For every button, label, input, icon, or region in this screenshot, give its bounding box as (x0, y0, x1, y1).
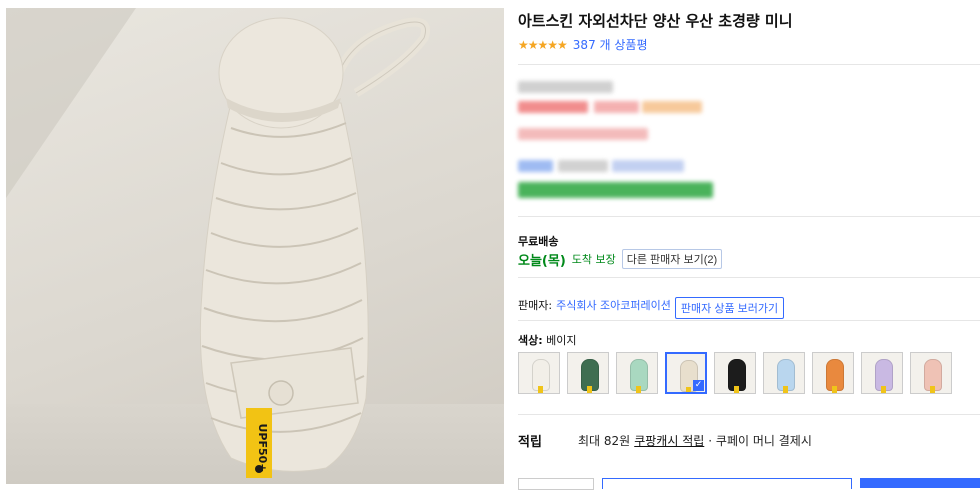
color-swatch[interactable]: ✓ (665, 352, 707, 394)
divider (518, 64, 980, 65)
coupang-cash-link[interactable]: 쿠팡캐시 적립 (634, 432, 704, 449)
membership-blur-banner (518, 182, 713, 198)
tag-icon (686, 387, 691, 392)
tag-icon (587, 386, 592, 393)
tag-icon (538, 386, 543, 393)
tag-icon (881, 386, 886, 393)
color-swatch[interactable] (616, 352, 658, 394)
quantity-stepper[interactable] (518, 478, 594, 490)
price-blur-sale (594, 101, 639, 113)
color-selected-value: 베이지 (546, 334, 577, 347)
tag-icon (783, 386, 788, 393)
reward-max-amount: 최대 82원 (578, 434, 631, 448)
divider (518, 277, 980, 278)
color-option-row: 색상: 베이지 (518, 332, 577, 348)
price-blur-discount (518, 101, 588, 113)
tag-icon (636, 386, 641, 393)
star-rating-icon: ★★★★★ (518, 37, 568, 52)
reward-condition: · 쿠페이 머니 결제시 (708, 434, 812, 448)
tag-icon (734, 386, 739, 393)
purchase-controls (518, 478, 980, 490)
reward-row: 적립 최대 82원 쿠팡캐시 적립 · 쿠페이 머니 결제시 (518, 431, 812, 450)
color-swatch[interactable] (861, 352, 903, 394)
price-blur-badge (642, 101, 702, 113)
buy-now-button[interactable] (860, 478, 980, 488)
color-label: 색상: (518, 334, 543, 347)
divider (518, 414, 980, 415)
arrival-day: 오늘(목) (518, 253, 566, 269)
color-swatch[interactable] (567, 352, 609, 394)
color-swatch[interactable] (763, 352, 805, 394)
seller-label: 판매자: (518, 299, 553, 312)
membership-blur-link (612, 160, 684, 172)
membership-blur-text (558, 160, 608, 172)
seller-store-button[interactable]: 판매자 상품 보러가기 (674, 297, 785, 319)
free-shipping-label: 무료배송 (518, 235, 559, 248)
selected-check-icon: ✓ (693, 380, 704, 391)
arrival-guarantee: 도착 보장 (571, 253, 616, 266)
reward-title: 적립 (518, 435, 542, 450)
tag-icon (832, 386, 837, 393)
divider (518, 216, 980, 217)
arrival-row: 오늘(목) 도착 보장 다른 판매자 보기(2) (518, 249, 723, 269)
color-swatch[interactable] (714, 352, 756, 394)
color-swatch[interactable] (518, 352, 560, 394)
review-count-link[interactable]: 387 개 상품평 (573, 36, 648, 53)
membership-blur-logo (518, 160, 553, 172)
seller-name-link[interactable]: 주식회사 조아코퍼레이션 (556, 297, 671, 313)
product-main-image: UPF50+ (6, 8, 504, 484)
color-swatch[interactable] (910, 352, 952, 394)
color-swatch[interactable] (812, 352, 854, 394)
divider (518, 320, 980, 321)
price-blur-original (518, 81, 613, 93)
rating-row: ★★★★★ 387 개 상품평 (518, 36, 648, 53)
price-blur-coupon (518, 128, 648, 140)
folded-umbrella-illustration: UPF50+ (199, 17, 430, 478)
seller-row: 판매자: 주식회사 조아코퍼레이션 판매자 상품 보러가기 (518, 291, 785, 319)
product-title: 아트스킨 자외선차단 양산 우산 초경량 미니 (518, 12, 793, 30)
other-sellers-button[interactable]: 다른 판매자 보기(2) (621, 249, 723, 269)
tag-icon (930, 386, 935, 393)
color-swatch-list: ✓ (518, 352, 952, 394)
